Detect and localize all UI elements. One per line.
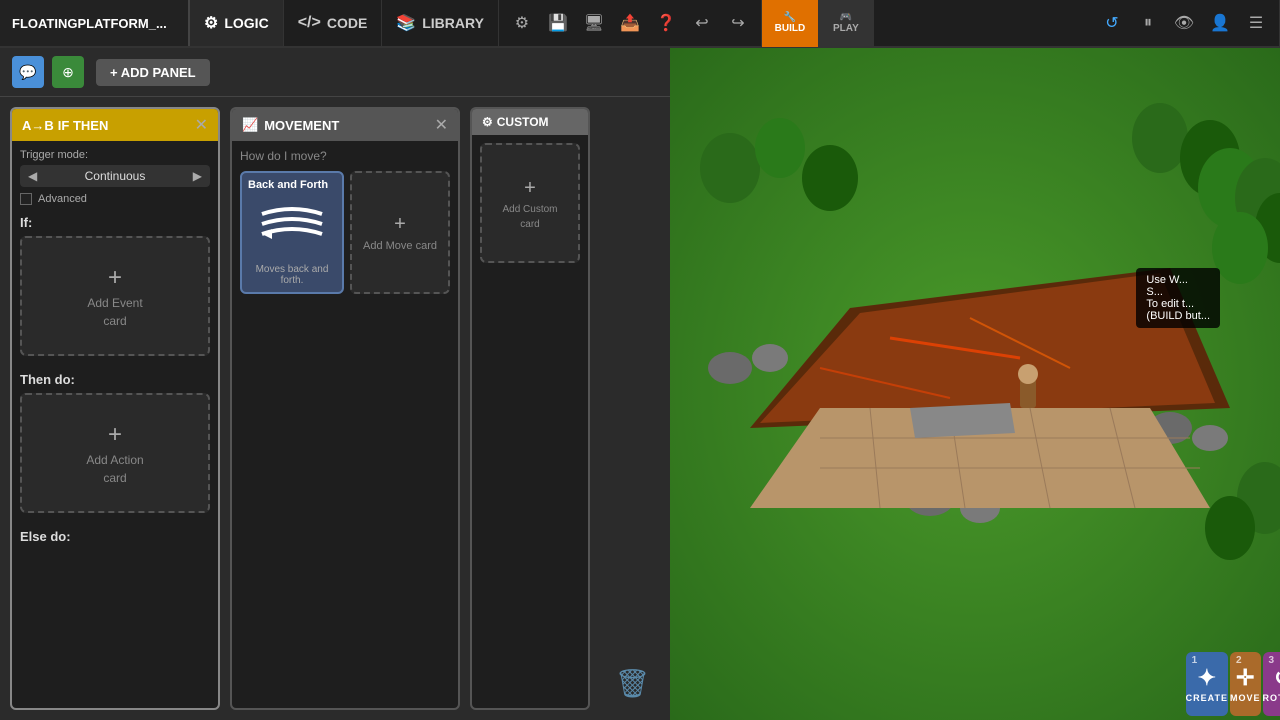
trigger-select[interactable]: ◀ Continuous ▶ (20, 165, 210, 187)
if-label: If: (20, 215, 210, 230)
tool-create-button[interactable]: 1 ✦ CREATE (1186, 652, 1228, 716)
code-icon: </> (298, 14, 321, 32)
ifthen-close-button[interactable]: ✕ (195, 115, 208, 135)
plus-icon-action: + (108, 421, 122, 449)
left-panel: 💬 ⊕ + ADD PANEL A→B IF THEN ✕ Trigger mo… (0, 48, 670, 720)
window-icon[interactable]: 🖥 (579, 8, 609, 38)
topbar: FLOATINGPLATFORM_... ⚙ LOGIC </> CODE 📚 … (0, 0, 1280, 48)
tool-icon-rotate: ↺ (1274, 665, 1280, 691)
save-icon[interactable]: 💾 (543, 8, 573, 38)
help-icon[interactable]: ❓ (651, 8, 681, 38)
trend-icon: 📈 (242, 117, 258, 133)
add-move-card-button[interactable]: + Add Move card (350, 171, 450, 294)
then-label: Then do: (20, 372, 210, 387)
tool-num-0: 1 (1192, 655, 1198, 666)
gear-icon: ⚙ (482, 115, 493, 129)
play-icon: 🎮 (840, 12, 852, 23)
add-panel-button[interactable]: + ADD PANEL (96, 59, 210, 86)
pause-icon[interactable]: ⏸ (1133, 8, 1163, 38)
tool-move-button[interactable]: 2 ✛ MOVE (1230, 652, 1261, 716)
trash-icon[interactable]: 🗑 (614, 667, 650, 700)
custom-title: ⚙ CUSTOM (482, 115, 549, 129)
ifthen-card: A→B IF THEN ✕ Trigger mode: ◀ Continuous… (10, 107, 220, 710)
custom-header: ⚙ CUSTOM (472, 109, 588, 135)
app-title: FLOATINGPLATFORM_... (0, 0, 190, 46)
build-button[interactable]: 🔧 BUILD (762, 0, 818, 47)
logic-icon: ⚙ (204, 13, 218, 33)
plus-icon: + (108, 264, 122, 292)
trigger-label: Trigger mode: (20, 149, 210, 161)
plus-icon-custom: + (524, 177, 536, 200)
code-btn[interactable]: </> CODE (284, 0, 383, 46)
card-title: Back and Forth (248, 179, 336, 191)
chat-icon[interactable]: 💬 (12, 56, 44, 88)
ab-icon: A→B (22, 118, 54, 133)
tool-label-rotate: ROTATE (1263, 693, 1280, 703)
movement-body: How do I move? Back and Forth (232, 141, 458, 302)
menu-icon[interactable]: ☰ (1241, 8, 1271, 38)
else-label: Else do: (20, 529, 210, 544)
refresh-icon[interactable]: ↺ (1097, 8, 1127, 38)
tool-rotate-button[interactable]: 3 ↺ ROTATE (1263, 652, 1280, 716)
movement-animation-icon (248, 195, 336, 260)
add-custom-card-button[interactable]: + Add Custom card (480, 143, 580, 263)
settings-icon[interactable]: ⚙ (507, 8, 537, 38)
library-icon: 📚 (396, 13, 416, 33)
camera-icon[interactable]: ⊕ (52, 56, 84, 88)
main-area: 💬 ⊕ + ADD PANEL A→B IF THEN ✕ Trigger mo… (0, 48, 1280, 720)
custom-card: ⚙ CUSTOM + Add Custom card (470, 107, 590, 710)
library-btn[interactable]: 📚 LIBRARY (382, 0, 499, 46)
ifthen-header: A→B IF THEN ✕ (12, 109, 218, 141)
tool-num-1: 2 (1236, 655, 1242, 666)
game-scene: Use W... S... To edit t... (BUILD but... (670, 48, 1280, 720)
custom-body: + Add Custom card (472, 135, 588, 271)
tool-num-2: 3 (1269, 655, 1275, 666)
tooltip-box: Use W... S... To edit t... (BUILD but... (1136, 268, 1220, 328)
cards-area: A→B IF THEN ✕ Trigger mode: ◀ Continuous… (0, 97, 670, 720)
movement-question: How do I move? (240, 149, 450, 163)
ifthen-title: A→B IF THEN (22, 118, 108, 133)
advanced-checkbox[interactable] (20, 193, 32, 205)
play-button[interactable]: 🎮 PLAY (818, 0, 874, 47)
plus-icon-move: + (394, 213, 406, 236)
undo-icon[interactable]: ↩ (687, 8, 717, 38)
tool-label-create: CREATE (1186, 693, 1228, 703)
movement-card: 📈 MOVEMENT ✕ How do I move? Back and For… (230, 107, 460, 710)
settings-group: ⚙ 💾 🖥 📤 ❓ ↩ ↪ (499, 0, 762, 46)
eye-icon[interactable]: 👁 (1169, 8, 1199, 38)
build-icon: 🔧 (784, 12, 796, 23)
arrow-right-icon[interactable]: ▶ (193, 169, 202, 183)
movement-close-button[interactable]: ✕ (435, 115, 448, 135)
ifthen-body: Trigger mode: ◀ Continuous ▶ Advanced If… (12, 141, 218, 558)
movement-cards-row: Back and Forth Moves back and forth. (240, 171, 450, 294)
upload-icon[interactable]: 📤 (615, 8, 645, 38)
tool-icon-create: ✦ (1198, 665, 1216, 691)
movement-header: 📈 MOVEMENT ✕ (232, 109, 458, 141)
movement-title: 📈 MOVEMENT (242, 117, 339, 133)
redo-icon[interactable]: ↪ (723, 8, 753, 38)
view-controls: ↺ ⏸ 👁 👤 ☰ (1089, 0, 1280, 46)
tool-icon-move: ✛ (1236, 665, 1254, 691)
advanced-row: Advanced (20, 193, 210, 205)
add-event-card-button[interactable]: + Add Event card (20, 236, 210, 356)
logic-btn[interactable]: ⚙ LOGIC (190, 0, 284, 46)
arrow-left-icon[interactable]: ◀ (28, 169, 37, 183)
card-desc: Moves back and forth. (248, 264, 336, 286)
tool-label-move: MOVE (1230, 693, 1261, 703)
add-action-card-button[interactable]: + Add Action card (20, 393, 210, 513)
back-and-forth-card[interactable]: Back and Forth Moves back and forth. (240, 171, 344, 294)
user-icon[interactable]: 👤 (1205, 8, 1235, 38)
right-panel: Use W... S... To edit t... (BUILD but...… (670, 48, 1280, 720)
sub-topbar: 💬 ⊕ + ADD PANEL (0, 48, 670, 97)
scene-svg (670, 48, 1280, 720)
